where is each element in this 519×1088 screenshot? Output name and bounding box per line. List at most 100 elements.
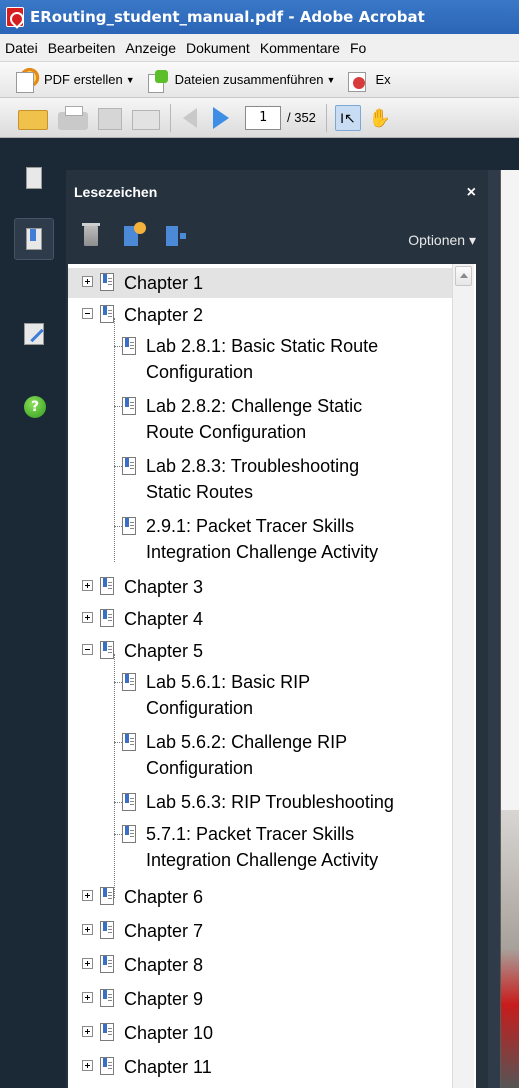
- trash-icon[interactable]: [82, 223, 100, 246]
- create-pdf-label: PDF erstellen: [44, 72, 123, 87]
- options-menu-button[interactable]: Optionen ▾: [408, 232, 476, 249]
- expand-toggle-icon[interactable]: [82, 958, 93, 969]
- expand-toggle-icon[interactable]: [82, 992, 93, 1003]
- menu-datei[interactable]: Datei: [0, 40, 43, 56]
- bookmark-label: Chapter 9: [124, 989, 204, 1009]
- merge-files-label: Dateien zusammenführen: [174, 72, 324, 87]
- file-toolbar: / 352 I↖ ✋: [0, 98, 519, 138]
- bookmark-lab-2-8-2[interactable]: Lab 2.8.2: Challenge Static Route Config…: [68, 392, 468, 450]
- acrobat-app-icon: [6, 7, 24, 27]
- signature-icon: [24, 323, 44, 345]
- bookmarks-icon: [26, 228, 42, 250]
- expand-toggle-icon[interactable]: [82, 612, 93, 623]
- document-view[interactable]: [500, 170, 519, 1088]
- bookmark-icon: [122, 397, 136, 415]
- bookmark-label: Lab 2.8.2: Challenge Static: [146, 396, 363, 416]
- bookmark-label: Static Routes: [146, 482, 254, 502]
- bookmark-lab-2-8-3[interactable]: Lab 2.8.3: Troubleshooting Static Routes: [68, 452, 468, 510]
- scroll-up-icon[interactable]: [455, 266, 472, 286]
- bookmarks-panel-header: Lesezeichen ×: [66, 170, 488, 218]
- bookmark-icon: [122, 517, 136, 535]
- help-button[interactable]: ?: [14, 388, 54, 430]
- bookmark-lab-5-6-1[interactable]: Lab 5.6.1: Basic RIP Configuration: [68, 668, 468, 726]
- expand-toggle-icon[interactable]: [82, 1026, 93, 1037]
- pane-splitter[interactable]: [488, 170, 500, 1088]
- bookmark-icon: [122, 733, 136, 751]
- export-icon: [345, 68, 371, 92]
- bookmark-label: Lab 5.6.3: RIP Troubleshooting: [146, 792, 394, 812]
- collapse-toggle-icon[interactable]: [82, 308, 93, 319]
- merge-files-button[interactable]: Dateien zusammenführen ▼: [145, 68, 335, 93]
- open-folder-icon[interactable]: [18, 109, 48, 130]
- help-icon: ?: [24, 396, 46, 418]
- hand-tool-icon[interactable]: ✋: [369, 105, 393, 131]
- close-icon[interactable]: ×: [467, 184, 476, 202]
- menu-formulare[interactable]: Fo: [345, 40, 371, 56]
- bookmark-icon: [100, 887, 114, 905]
- bookmark-icon: [100, 273, 114, 291]
- bookmark-label: Integration Challenge Activity: [146, 542, 379, 562]
- page-number-input[interactable]: [245, 105, 281, 130]
- menu-anzeige[interactable]: Anzeige: [120, 40, 181, 56]
- bookmark-lab-5-6-2[interactable]: Lab 5.6.2: Challenge RIP Configuration: [68, 728, 468, 786]
- previous-page-icon[interactable]: [183, 107, 197, 128]
- bookmark-icon: [100, 577, 114, 595]
- expand-toggle-icon[interactable]: [82, 1060, 93, 1071]
- bookmark-label: Chapter 4: [124, 609, 204, 629]
- page-total: / 352: [287, 110, 316, 125]
- bookmark-label: Chapter 8: [124, 955, 204, 975]
- expand-toggle-icon[interactable]: [82, 890, 93, 901]
- email-icon[interactable]: [132, 109, 160, 130]
- expand-toggle-icon[interactable]: [82, 924, 93, 935]
- bookmark-label: Chapter 2: [124, 305, 204, 325]
- chevron-down-icon: ▼: [125, 74, 135, 85]
- bookmark-label: Chapter 6: [124, 887, 204, 907]
- toolbar-divider: [170, 103, 171, 132]
- create-pdf-button[interactable]: PDF erstellen ▼: [14, 67, 135, 93]
- bookmark-lab-5-6-3[interactable]: Lab 5.6.3: RIP Troubleshooting: [68, 788, 468, 818]
- merge-files-icon: [145, 68, 171, 93]
- bookmark-icon: [100, 1057, 114, 1075]
- export-label: Ex: [375, 72, 391, 87]
- export-button[interactable]: Ex: [345, 68, 391, 92]
- bookmark-icon: [100, 921, 114, 939]
- bookmark-label: Lab 5.6.2: Challenge RIP: [146, 732, 348, 752]
- expand-bookmark-icon[interactable]: [166, 226, 186, 246]
- bookmark-activity-5-7-1[interactable]: 5.7.1: Packet Tracer Skills Integration …: [68, 820, 468, 878]
- pages-panel-button[interactable]: [14, 158, 54, 200]
- panel-title: Lesezeichen: [74, 184, 158, 200]
- expand-toggle-icon[interactable]: [82, 276, 93, 287]
- bookmark-label: Chapter 1: [124, 273, 204, 293]
- bookmark-icon: [100, 641, 114, 659]
- bookmark-icon: [122, 825, 136, 843]
- title-bar: ERouting_student_manual.pdf - Adobe Acro…: [0, 0, 519, 34]
- bookmark-icon: [122, 673, 136, 691]
- bookmark-label: Chapter 3: [124, 577, 204, 597]
- new-bookmark-icon[interactable]: [124, 222, 146, 246]
- expand-toggle-icon[interactable]: [82, 580, 93, 591]
- bookmark-activity-2-9-1[interactable]: 2.9.1: Packet Tracer Skills Integration …: [68, 512, 468, 570]
- select-tool-icon[interactable]: I↖: [334, 104, 361, 131]
- save-icon[interactable]: [98, 108, 122, 130]
- bookmark-label: Route Configuration: [146, 422, 307, 442]
- window-title: ERouting_student_manual.pdf - Adobe Acro…: [30, 8, 425, 26]
- bookmark-icon: [122, 337, 136, 355]
- next-page-icon[interactable]: [213, 106, 229, 129]
- bookmarks-panel: Lesezeichen × Optionen ▾ Chapter 1 Chapt…: [66, 170, 488, 1088]
- print-icon[interactable]: [58, 105, 88, 130]
- bookmark-scrollbar[interactable]: [452, 264, 474, 1088]
- bookmark-icon: [100, 305, 114, 323]
- bookmark-label: Configuration: [146, 758, 254, 778]
- bookmark-label: Configuration: [146, 698, 254, 718]
- bookmark-chapter-1[interactable]: Chapter 1: [68, 268, 454, 298]
- bookmarks-panel-button[interactable]: [14, 218, 54, 260]
- menu-bearbeiten[interactable]: Bearbeiten: [43, 40, 121, 56]
- bookmark-icon: [100, 1023, 114, 1041]
- menu-dokument[interactable]: Dokument: [181, 40, 255, 56]
- bookmark-icon: [122, 457, 136, 475]
- collapse-toggle-icon[interactable]: [82, 644, 93, 655]
- bookmark-lab-2-8-1[interactable]: Lab 2.8.1: Basic Static Route Configurat…: [68, 332, 468, 390]
- menu-kommentare[interactable]: Kommentare: [255, 40, 345, 56]
- signatures-panel-button[interactable]: [14, 314, 54, 356]
- bookmark-label: Lab 5.6.1: Basic RIP: [146, 672, 311, 692]
